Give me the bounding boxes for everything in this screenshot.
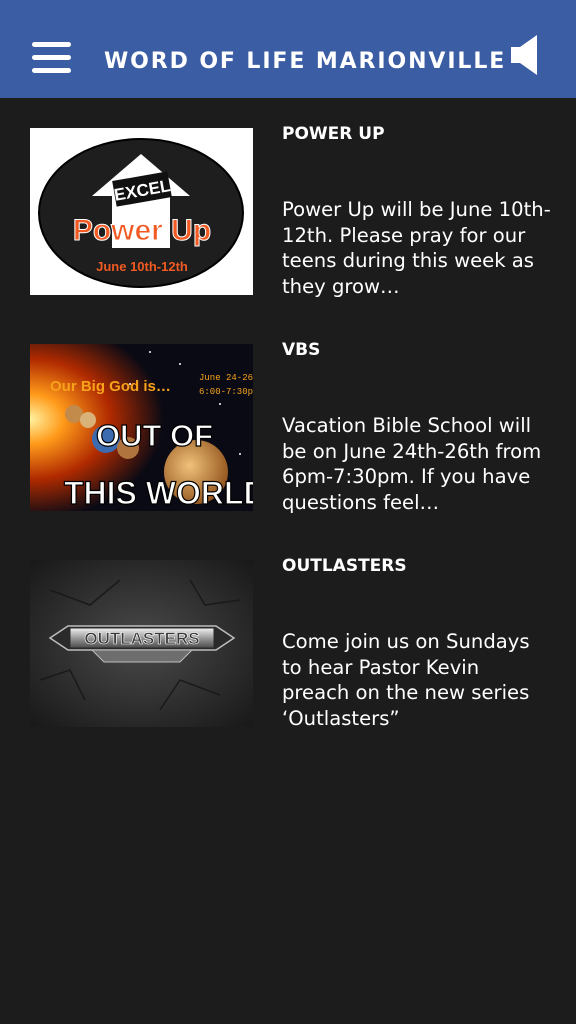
app-title: WORD OF LIFE MARIONVILLE — [104, 49, 507, 74]
feed-item-vbs[interactable]: Our Big God is… June 24-26th 6:00-7:30pm… — [0, 340, 576, 544]
vbs-line2-text: THIS WORLD — [64, 475, 253, 511]
speaker-icon — [511, 35, 537, 75]
hamburger-line — [32, 68, 71, 73]
vbs-thumbnail: Our Big God is… June 24-26th 6:00-7:30pm… — [30, 344, 253, 511]
item-description: Come join us on Sundays to hear Pastor K… — [282, 630, 530, 730]
app-bar: WORD OF LIFE MARIONVILLE — [0, 0, 576, 98]
hamburger-line — [32, 55, 71, 60]
item-title: OUTLASTERS — [282, 556, 407, 576]
vbs-tagline-text: Our Big God is… — [50, 378, 171, 395]
feed-item-power-up[interactable]: EXCEL Power Up June 10th-12th POWER UP P… — [0, 124, 576, 328]
item-description: Vacation Bible School will be on June 24… — [282, 414, 542, 514]
feed-item-outlasters[interactable]: OUTLASTERS OUTLASTERS Come join us on Su… — [0, 556, 576, 760]
vbs-dates-text: June 24-26th — [199, 373, 253, 383]
outlasters-thumbnail: OUTLASTERS — [30, 560, 253, 727]
item-description: Power Up will be June 10th-12th. Please … — [282, 198, 551, 298]
item-title: VBS — [282, 340, 321, 360]
power-up-date-text: June 10th-12th — [96, 259, 188, 274]
outlasters-badge-text: OUTLASTERS — [84, 629, 199, 648]
audio-button[interactable] — [507, 34, 543, 76]
vbs-time-text: 6:00-7:30pm — [199, 387, 253, 397]
power-up-headline-text: Power Up — [73, 214, 211, 247]
vbs-line1-text: OUT OF — [96, 418, 213, 453]
item-title: POWER UP — [282, 124, 385, 144]
power-up-thumbnail: EXCEL Power Up June 10th-12th — [30, 128, 253, 295]
menu-button[interactable] — [32, 42, 72, 74]
hamburger-menu-icon — [32, 42, 71, 47]
